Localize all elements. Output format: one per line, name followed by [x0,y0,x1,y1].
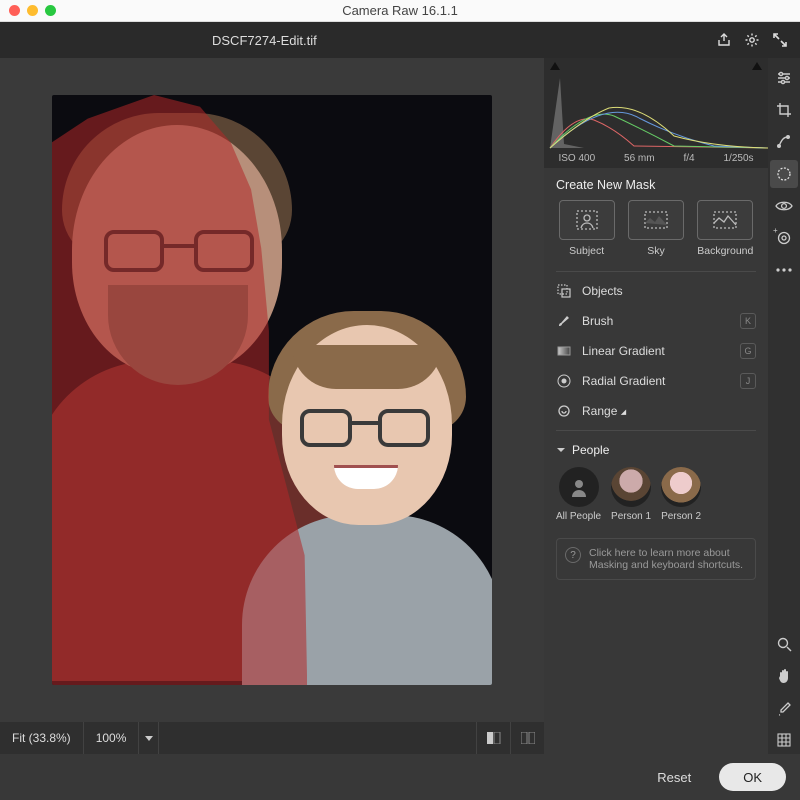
mask-subject-label: Subject [569,245,604,257]
divider [556,271,756,272]
histogram[interactable]: ISO 400 56 mm f/4 1/250s [544,58,768,168]
hand-tool-icon[interactable] [770,662,798,690]
canvas-column: Fit (33.8%) 100% [0,58,544,754]
mask-linear-row[interactable]: Linear Gradient G [544,336,768,366]
mask-radial-row[interactable]: Radial Gradient J [544,366,768,396]
people-row: All People Person 1 Person 2 [544,461,768,532]
exif-iso: ISO 400 [558,153,595,164]
help-icon: ? [565,547,581,563]
right-panel: ISO 400 56 mm f/4 1/250s Create New Mask… [544,58,768,754]
divider [556,430,756,431]
shortcut-key: J [740,373,756,389]
presets-icon[interactable]: + [770,224,798,252]
mask-linear-label: Linear Gradient [582,344,730,358]
person1-avatar [611,467,651,507]
exif-focal: 56 mm [624,153,655,164]
zoom-dropdown-icon[interactable] [139,722,159,754]
main-content: Fit (33.8%) 100% [0,58,800,754]
people-person1-label: Person 1 [611,511,651,522]
image-canvas[interactable] [0,58,544,722]
photo-preview [52,95,492,685]
radial-gradient-icon [556,373,572,389]
mask-subject-button[interactable]: Subject [556,200,617,257]
person2-avatar [661,467,701,507]
document-filename: DSCF7274-Edit.tif [212,33,317,48]
people-header-label: People [572,443,609,457]
settings-gear-icon[interactable] [738,26,766,54]
zoom-fit-button[interactable]: Fit (33.8%) [0,722,84,754]
mask-quick-buttons: Subject Sky Background [544,200,768,267]
edit-sliders-icon[interactable] [770,64,798,92]
more-tools-icon[interactable] [770,256,798,284]
view-compare-icon[interactable] [510,722,544,754]
view-single-icon[interactable] [476,722,510,754]
exif-shutter: 1/250s [724,153,754,164]
people-all-label: All People [556,511,601,522]
mask-sky-label: Sky [647,245,665,257]
masking-tool-icon[interactable] [770,160,798,188]
grid-toggle-icon[interactable] [770,726,798,754]
range-icon [556,403,572,419]
zoom-tool-icon[interactable] [770,630,798,658]
mask-sky-button[interactable]: Sky [625,200,686,257]
masking-help-hint[interactable]: ? Click here to learn more about Masking… [556,538,756,580]
exif-aperture: f/4 [683,153,694,164]
linear-gradient-icon [556,343,572,359]
mask-objects-label: Objects [582,284,756,298]
exif-row: ISO 400 56 mm f/4 1/250s [544,153,768,164]
reset-button[interactable]: Reset [639,763,709,791]
brush-icon [556,313,572,329]
people-person2-button[interactable]: Person 2 [661,467,701,522]
submenu-indicator-icon: ◢ [621,409,626,416]
people-person1-button[interactable]: Person 1 [611,467,651,522]
people-all-button[interactable]: All People [556,467,601,522]
chevron-down-icon [556,445,566,455]
tool-rail: + [768,58,800,754]
fullscreen-icon[interactable] [766,26,794,54]
crop-tool-icon[interactable] [770,96,798,124]
shortcut-key: G [740,343,756,359]
zoom-100-button[interactable]: 100% [84,722,140,754]
export-icon[interactable] [710,26,738,54]
create-mask-title: Create New Mask [544,168,768,200]
window-title: Camera Raw 16.1.1 [0,3,800,18]
person-silhouette-icon [569,477,589,497]
people-section-toggle[interactable]: People [544,435,768,461]
mask-background-label: Background [697,245,753,257]
healing-brush-icon[interactable] [770,128,798,156]
mask-range-row[interactable]: Range ◢ [544,396,768,426]
shortcut-key: K [740,313,756,329]
photo-person-2 [282,325,492,685]
mask-brush-row[interactable]: Brush K [544,306,768,336]
color-sampler-icon[interactable] [770,694,798,722]
mask-background-button[interactable]: Background [695,200,756,257]
objects-icon [556,283,572,299]
dialog-footer: Reset OK [0,754,800,800]
mask-brush-label: Brush [582,314,730,328]
document-header: DSCF7274-Edit.tif [0,22,800,58]
people-person2-label: Person 2 [661,511,701,522]
mac-titlebar: Camera Raw 16.1.1 [0,0,800,22]
app-root: DSCF7274-Edit.tif [0,22,800,800]
ok-button[interactable]: OK [719,763,786,791]
redeye-tool-icon[interactable] [770,192,798,220]
hint-text: Click here to learn more about Masking a… [589,547,747,571]
zoom-bar: Fit (33.8%) 100% [0,722,544,754]
mask-range-label: Range [582,404,617,418]
mask-radial-label: Radial Gradient [582,374,730,388]
mask-objects-row[interactable]: Objects [544,276,768,306]
